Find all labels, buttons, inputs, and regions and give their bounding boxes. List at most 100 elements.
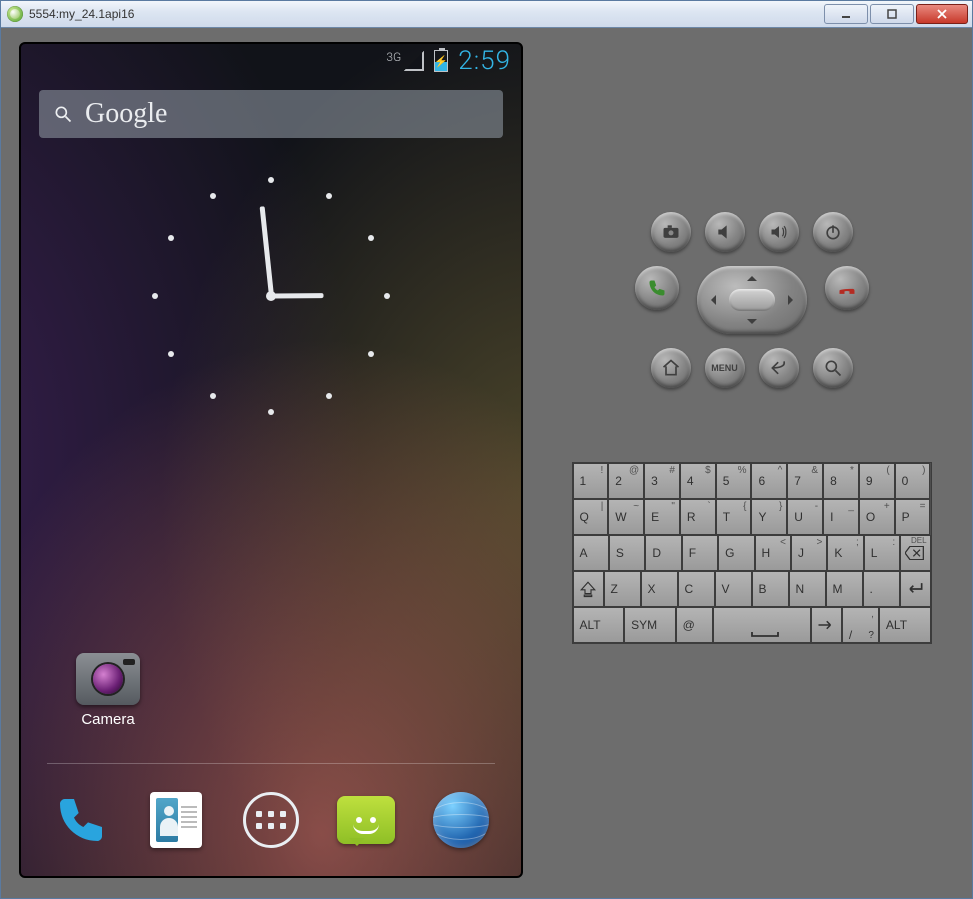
key-8[interactable]: 8* (823, 463, 859, 499)
keyboard-row: Q|W~E"R`T{Y}U-I_O+P= (573, 499, 931, 535)
dock-browser[interactable] (429, 788, 493, 852)
dpad-up-button[interactable] (747, 271, 757, 281)
key-k[interactable]: K; (827, 535, 863, 571)
window-close-button[interactable] (916, 4, 968, 24)
keyboard-row: ALTSYM@/,?ALT (573, 607, 931, 643)
key-space[interactable] (713, 607, 811, 643)
key-right-arrow[interactable] (811, 607, 842, 643)
dock-contacts[interactable] (144, 788, 208, 852)
hw-volume-up-button[interactable] (759, 212, 799, 252)
key-n[interactable]: N (789, 571, 826, 607)
key-j[interactable]: J> (791, 535, 827, 571)
key-m[interactable]: M (826, 571, 863, 607)
clock-dot (168, 235, 174, 241)
dock-divider (47, 763, 495, 764)
key-5[interactable]: 5% (716, 463, 752, 499)
key-y[interactable]: Y} (751, 499, 787, 535)
key-e[interactable]: E" (644, 499, 680, 535)
key-z[interactable]: Z (604, 571, 641, 607)
key-delete[interactable]: DEL (900, 535, 930, 571)
key-o[interactable]: O+ (859, 499, 895, 535)
hw-volume-down-button[interactable] (705, 212, 745, 252)
key-l[interactable]: L: (864, 535, 900, 571)
key-6[interactable]: 6^ (751, 463, 787, 499)
key-@[interactable]: @ (676, 607, 713, 643)
hw-home-button[interactable] (651, 348, 691, 388)
clock-dot (368, 235, 374, 241)
search-bar[interactable]: Google (39, 90, 503, 138)
hw-search-button[interactable] (813, 348, 853, 388)
app-shortcut-camera[interactable]: Camera (65, 653, 151, 728)
hw-power-button[interactable] (813, 212, 853, 252)
device-frame-wrapper: 3G ⚡ 2:59 Google (11, 38, 531, 888)
apps-icon (243, 792, 299, 848)
hw-menu-button[interactable]: MENU (705, 348, 745, 388)
key-d[interactable]: D (645, 535, 681, 571)
key-x[interactable]: X (641, 571, 678, 607)
key-h[interactable]: H< (755, 535, 791, 571)
key-u[interactable]: U- (787, 499, 823, 535)
hw-end-call-button[interactable] (825, 266, 869, 310)
key-alt[interactable]: ALT (573, 607, 625, 643)
clock-dot (268, 177, 274, 183)
key-2[interactable]: 2@ (608, 463, 644, 499)
key-i[interactable]: I_ (823, 499, 859, 535)
keyboard-row: ASDFGH<J>K;L:DEL (573, 535, 931, 571)
clock-dot (210, 193, 216, 199)
clock-dot (210, 393, 216, 399)
back-icon (769, 358, 789, 378)
dock (49, 776, 493, 864)
key-7[interactable]: 7& (787, 463, 823, 499)
key-0[interactable]: 0) (895, 463, 931, 499)
camera-icon (76, 653, 140, 705)
key-alt[interactable]: ALT (879, 607, 931, 643)
key-f[interactable]: F (682, 535, 718, 571)
window-maximize-button[interactable] (870, 4, 914, 24)
key-q[interactable]: Q| (573, 499, 609, 535)
key-/[interactable]: /,? (842, 607, 879, 643)
key-r[interactable]: R` (680, 499, 716, 535)
key-shift[interactable] (573, 571, 604, 607)
end-call-icon (837, 278, 857, 298)
key-a[interactable]: A (573, 535, 609, 571)
dpad-left-button[interactable] (706, 295, 716, 305)
key-9[interactable]: 9( (859, 463, 895, 499)
hw-call-button[interactable] (635, 266, 679, 310)
analog-clock-widget[interactable] (141, 166, 401, 426)
dpad-down-button[interactable] (747, 319, 757, 329)
key-t[interactable]: T{ (716, 499, 752, 535)
device-screen[interactable]: 3G ⚡ 2:59 Google (19, 42, 523, 878)
key-enter[interactable] (900, 571, 931, 607)
dock-phone[interactable] (49, 788, 113, 852)
home-icon (661, 358, 681, 378)
key-b[interactable]: B (752, 571, 789, 607)
network-icon: 3G (386, 51, 424, 71)
hw-camera-button[interactable] (651, 212, 691, 252)
key-w[interactable]: W~ (608, 499, 644, 535)
clock-dot (326, 193, 332, 199)
dock-apps[interactable] (239, 788, 303, 852)
status-bar[interactable]: 3G ⚡ 2:59 (21, 44, 521, 78)
hw-keyboard: 1!2@3#4$5%6^7&8*9(0)Q|W~E"R`T{Y}U-I_O+P=… (572, 462, 932, 644)
emulator-window: 5554:my_24.1api16 3G (0, 0, 973, 899)
key-p[interactable]: P= (895, 499, 931, 535)
key-c[interactable]: C (678, 571, 715, 607)
key-3[interactable]: 3# (644, 463, 680, 499)
clock-dot (326, 393, 332, 399)
dpad-center-button[interactable] (729, 289, 775, 311)
contacts-icon (150, 792, 202, 848)
dpad-right-button[interactable] (788, 295, 798, 305)
key-.[interactable]: . (863, 571, 900, 607)
key-4[interactable]: 4$ (680, 463, 716, 499)
key-g[interactable]: G (718, 535, 754, 571)
power-icon (823, 222, 843, 242)
key-v[interactable]: V (715, 571, 752, 607)
hw-back-button[interactable] (759, 348, 799, 388)
key-sym[interactable]: SYM (624, 607, 676, 643)
key-s[interactable]: S (609, 535, 645, 571)
key-1[interactable]: 1! (573, 463, 609, 499)
call-icon (647, 278, 667, 298)
phone-icon (53, 792, 109, 848)
window-minimize-button[interactable] (824, 4, 868, 24)
dock-messaging[interactable] (334, 788, 398, 852)
